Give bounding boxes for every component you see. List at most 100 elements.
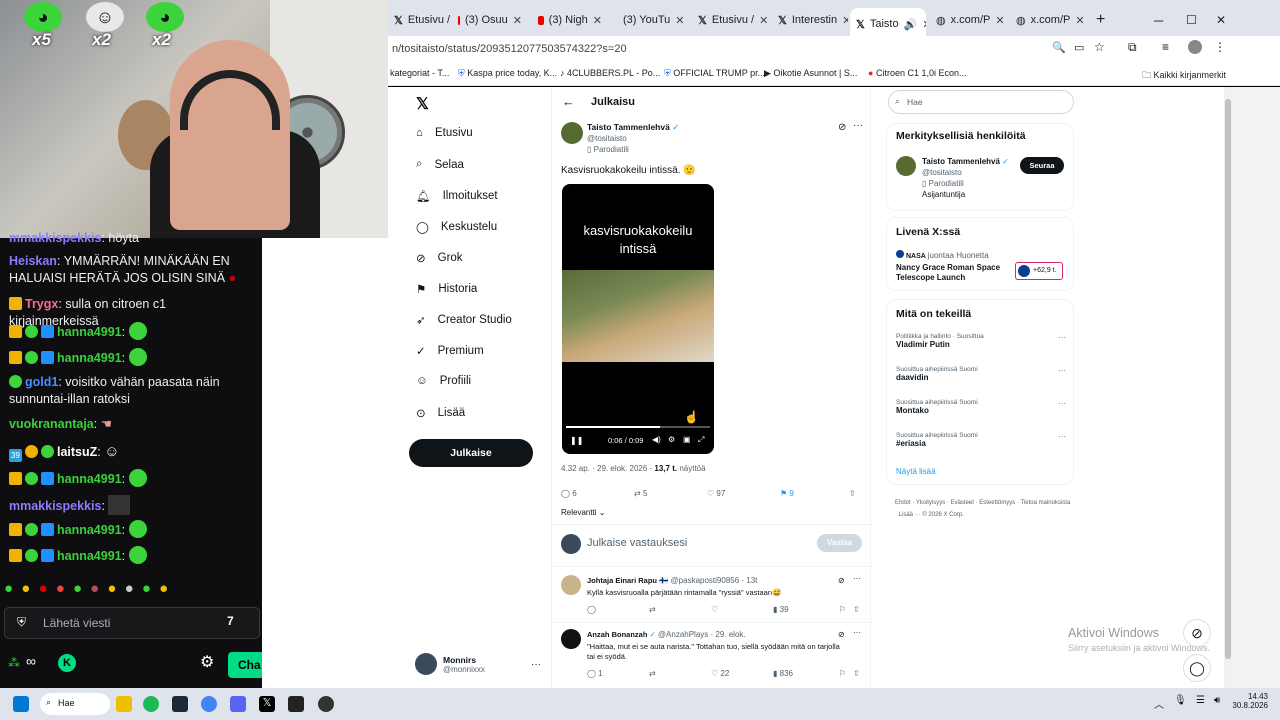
close-tab-icon[interactable]: ✕ <box>513 14 522 27</box>
taskbar-search[interactable]: ⌕ Hae <box>40 693 110 715</box>
video-player[interactable]: kasvisruokakokeilu intissä ❚❚ 0:06 / 0:0… <box>562 184 714 454</box>
views-action[interactable]: ▮ 836 <box>773 669 793 678</box>
nav-creator-studio[interactable]: ➶ Creator Studio <box>416 313 512 327</box>
trend-item[interactable]: Politiikka ja hallinto · Suosittua Vladim… <box>896 333 1066 349</box>
messages-float-icon[interactable]: ◯ <box>1183 654 1211 682</box>
bookmark-icon[interactable]: ⚐ <box>839 605 846 614</box>
live-host[interactable]: NASA juontaa Huonetta <box>896 250 989 260</box>
obs-icon[interactable] <box>318 696 334 712</box>
app-icon[interactable] <box>288 696 304 712</box>
tray-chevron-icon[interactable]: ︿ <box>1154 696 1164 711</box>
k-icon[interactable]: K <box>58 654 76 672</box>
bookmark[interactable]: kategoriat - T... <box>390 68 449 78</box>
nav-messages[interactable]: ◯ Keskustelu <box>416 220 497 234</box>
all-bookmarks[interactable]: 🗀 Kaikki kirjanmerkit <box>1142 68 1226 84</box>
reply-avatar[interactable] <box>561 629 581 649</box>
account-more-icon[interactable]: ··· <box>531 659 541 670</box>
person-avatar[interactable] <box>896 156 916 176</box>
repost-action[interactable]: ⇄ 5 <box>634 489 647 498</box>
chat-input[interactable]: ⛨ Lähetä viesti 7 <box>4 607 260 639</box>
show-more-link[interactable]: Näytä lisää <box>896 467 936 476</box>
scrollbar[interactable] <box>1224 87 1232 688</box>
bookmark[interactable]: ♪ 4CLUBBERS.PL - Po... <box>560 68 660 78</box>
pause-icon[interactable]: ❚❚ <box>570 436 583 445</box>
mic-icon[interactable]: 🎙︎ <box>1174 695 1187 706</box>
like-action[interactable]: ♡ <box>711 605 718 614</box>
nav-notifications[interactable]: 🔔︎ Ilmoitukset <box>416 189 498 203</box>
channel-points-icon[interactable]: ⁂ <box>8 656 20 670</box>
infinity-icon[interactable]: ∞ <box>26 653 36 669</box>
browser-tab[interactable]: (3) Nigh ✕ <box>532 6 608 34</box>
account-avatar[interactable] <box>415 653 437 675</box>
more-icon[interactable]: ··· <box>853 574 861 583</box>
nav-premium[interactable]: ✓ Premium <box>416 344 484 358</box>
emote-picker-row[interactable]: ● ● ● ● ● ● ● ● ● ● <box>4 580 170 597</box>
more-icon[interactable]: ··· <box>853 628 861 637</box>
sort-dropdown[interactable]: Relevantti ⌄ <box>561 508 606 517</box>
nav-bookmarks[interactable]: ⚑ Historia <box>416 282 477 296</box>
reply-action[interactable]: ◯ <box>587 605 596 614</box>
trend-item[interactable]: Suosittua aihepiirissä Suomi Montako ··· <box>896 399 1066 415</box>
share-icon[interactable]: ⇧ <box>853 605 860 614</box>
chrome-icon[interactable] <box>201 696 217 712</box>
more-icon[interactable]: ··· <box>1058 333 1066 342</box>
bookmark[interactable]: ▶ Oikotie Asunnot | S... <box>764 68 857 79</box>
video-progress-track[interactable] <box>566 426 710 428</box>
close-tab-icon[interactable]: ✕ <box>675 14 684 27</box>
close-window-icon[interactable]: ✕ <box>1210 6 1230 34</box>
nav-grok[interactable]: ⊘ Grok <box>416 251 463 265</box>
media-icon[interactable]: ≡ <box>1162 40 1169 54</box>
back-arrow-icon[interactable]: ← <box>562 94 575 109</box>
new-tab-button[interactable]: + <box>1090 6 1110 34</box>
person-info[interactable]: Taisto Tammenlehvä ✓ @tositaisto ▯ Parod… <box>922 156 1009 200</box>
more-icon[interactable]: ··· <box>853 120 863 131</box>
bookmark[interactable]: ⛨ OFFICIAL TRUMP pr... <box>664 68 765 79</box>
reply-action[interactable]: ◯ 6 <box>561 489 577 498</box>
nav-more[interactable]: ⊙ Lisää <box>416 406 465 420</box>
browser-tab[interactable]: 𝕏 Interestin ✕ <box>772 6 848 34</box>
like-action[interactable]: ♡ 22 <box>711 669 729 678</box>
trend-item[interactable]: Suosittua aihepiirissä Suomi #eriasia ··· <box>896 432 1066 448</box>
close-tab-icon[interactable]: ✕ <box>922 18 926 31</box>
grok-float-icon[interactable]: ⊘ <box>1183 619 1211 647</box>
live-listeners[interactable]: +62,9 t. <box>1015 262 1063 280</box>
grok-icon[interactable]: ⊘ <box>838 122 846 133</box>
volume-icon[interactable]: ◀) <box>652 435 661 444</box>
extensions-icon[interactable]: ⧉ <box>1128 40 1137 55</box>
bookmark[interactable]: ● Citroen C1 1,0i Econ... <box>868 68 967 78</box>
nav-profile[interactable]: ☺ Profiili <box>416 375 471 387</box>
seventv-icon[interactable]: 7 <box>227 614 234 628</box>
bookmark-star-icon[interactable]: ☆ <box>1094 40 1105 54</box>
more-icon[interactable]: ··· <box>1058 366 1066 375</box>
nav-home[interactable]: ⌂ Etusivu <box>416 127 473 139</box>
close-tab-icon[interactable]: ✕ <box>759 14 768 27</box>
views-action[interactable]: ▮ 39 <box>773 605 789 614</box>
account-switcher[interactable]: Monnirs @monnixxx <box>443 655 485 674</box>
volume-icon[interactable]: 🔊︎ <box>1214 695 1220 706</box>
bookmark[interactable]: ⛨ Kaspa price today, K... <box>458 68 557 79</box>
close-tab-icon[interactable]: ✕ <box>995 14 1004 27</box>
more-icon[interactable]: ··· <box>1058 399 1066 408</box>
repost-action[interactable]: ⇄ <box>649 605 656 614</box>
menu-icon[interactable]: ⋮ <box>1214 40 1226 54</box>
browser-tab[interactable]: (3) Osuu ✕ <box>452 6 528 34</box>
fullscreen-icon[interactable]: ⤢ <box>698 435 704 445</box>
reply-button[interactable]: Vastaa <box>817 534 862 552</box>
live-event-title[interactable]: Nancy Grace Roman Space Telescope Launch <box>896 263 1012 283</box>
repost-action[interactable]: ⇄ <box>649 669 656 678</box>
settings-icon[interactable]: ⚙ <box>668 435 675 444</box>
like-action[interactable]: ♡ 97 <box>707 489 725 498</box>
reply-action[interactable]: ◯ 1 <box>587 669 603 678</box>
windows-start-icon[interactable] <box>13 696 29 712</box>
bookmark-icon[interactable]: ⚐ <box>839 669 846 678</box>
browser-tab[interactable]: ◍ x.com/P ✕ <box>1010 6 1086 34</box>
file-explorer-icon[interactable] <box>116 696 132 712</box>
browser-tab[interactable]: ◍ x.com/P ✕ <box>930 6 1006 34</box>
maximize-icon[interactable]: ☐ <box>1180 6 1200 34</box>
close-tab-icon[interactable]: ✕ <box>593 14 602 27</box>
browser-tab[interactable]: (3) YouTu ✕ <box>612 6 688 34</box>
bookmark-action[interactable]: ⚑ 9 <box>780 489 794 498</box>
follow-button[interactable]: Seuraa <box>1020 157 1064 174</box>
minimize-icon[interactable]: ─ <box>1148 6 1168 34</box>
cast-icon[interactable]: ▭ <box>1074 41 1084 54</box>
